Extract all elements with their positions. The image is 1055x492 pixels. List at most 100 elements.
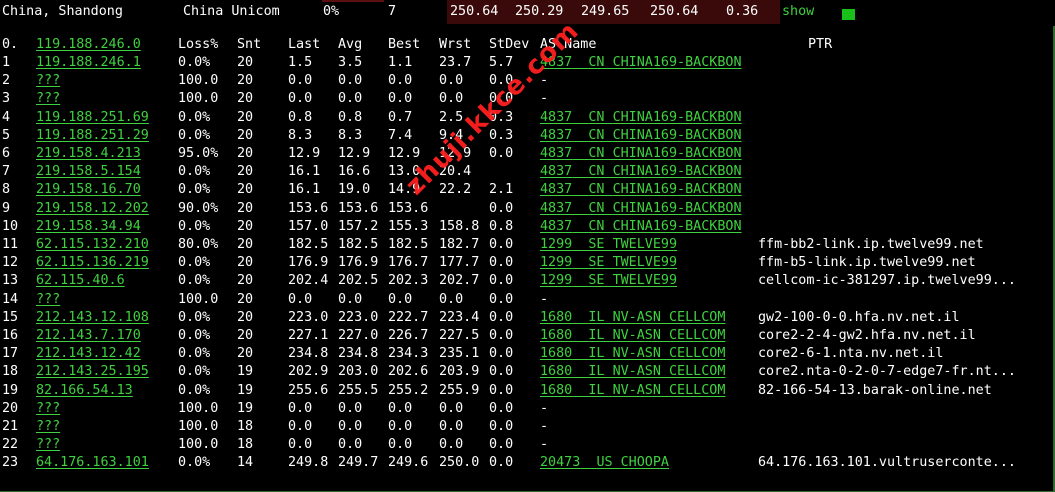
hop-host[interactable]: ??? (36, 72, 60, 90)
table-row: 18 212.143.25.195 0.0% 19 202.9 203.0 202.6 203… (0, 363, 1053, 381)
hop-as-link[interactable]: 4837 CN CHINA169-BACKBON (540, 181, 742, 199)
hop-as-name: NV-ASN CELLCOM (612, 382, 726, 398)
hop-last: 153.6 (288, 200, 329, 216)
hop-snt: 20 (237, 346, 254, 362)
hop-as-link[interactable]: 4837 CN CHINA169-BACKBON (540, 218, 742, 236)
hop-best: 12.9 (388, 146, 421, 161)
summary-bar: China, Shandong China Unicom 0% 7 250.64… (0, 0, 1055, 24)
hop-wrst: 223.4 (439, 309, 480, 325)
hop-host[interactable]: 212.143.7.170 (36, 327, 141, 345)
hop-avg: 19.0 (338, 182, 371, 198)
hop-last: 8.3 (288, 127, 313, 143)
hop-ptr: core2-2-4-gw2.hfa.nv.net.il (758, 328, 976, 343)
hop-host[interactable]: 212.143.25.195 (36, 363, 149, 381)
hop-loss: 0.0% (178, 109, 211, 125)
hop-as-link[interactable]: 1680 IL NV-ASN CELLCOM (540, 382, 725, 400)
hop-loss: 0.0% (178, 182, 211, 198)
hop-host[interactable]: 219.158.34.94 (36, 218, 141, 236)
hop-host[interactable]: 219.158.12.202 (36, 200, 149, 218)
table-row: 16 212.143.7.170 0.0% 20 227.1 227.0 226.7 227.… (0, 327, 1053, 345)
hop-host[interactable]: 119.188.246.1 (36, 54, 141, 72)
hop-host[interactable]: 219.158.5.154 (36, 163, 141, 181)
hop-best: 255.2 (388, 382, 429, 398)
hop-stdev: 0.0 (489, 382, 514, 398)
header-host[interactable]: 119.188.246.0 (36, 36, 141, 54)
hop-as-link[interactable]: 20473 US CHOOPA (540, 454, 669, 472)
hop-as-link[interactable]: 1299 SE TWELVE99 (540, 236, 677, 254)
hop-loss: 90.0% (178, 200, 219, 216)
hop-as-name: TWELVE99 (612, 273, 678, 289)
hop-asn: 4837 (540, 164, 573, 180)
hop-avg: 0.0 (338, 437, 363, 453)
table-row: 11 62.115.132.210 80.0% 20 182.5 182.5 182.5 18… (0, 236, 1053, 254)
hop-country: CN (588, 146, 605, 161)
hop-host[interactable]: ??? (36, 400, 60, 418)
hop-loss: 0.0% (178, 346, 211, 362)
hop-as-empty: - (540, 91, 549, 107)
hop-host[interactable]: ??? (36, 90, 60, 108)
hop-as-link[interactable]: 1680 IL NV-ASN CELLCOM (540, 363, 725, 381)
hop-snt: 20 (237, 291, 254, 307)
hop-as-link[interactable]: 4837 CN CHINA169-BACKBON (540, 145, 742, 163)
metric-best: 249.65 (581, 4, 630, 19)
hop-index: 16 (2, 328, 19, 343)
hop-as-link[interactable]: 1680 IL NV-ASN CELLCOM (540, 327, 725, 345)
hop-host[interactable]: 62.115.132.210 (36, 236, 149, 254)
hop-last: 16.1 (288, 182, 321, 198)
hop-best: 1.1 (388, 55, 413, 70)
hop-as-link[interactable]: 1299 SE TWELVE99 (540, 272, 677, 290)
hop-ptr: cellcom-ic-381297.ip.twelve99... (758, 273, 1016, 289)
hop-snt: 20 (237, 200, 254, 216)
location-label: China, Shandong (2, 4, 123, 19)
hop-host[interactable]: 212.143.12.42 (36, 345, 141, 363)
hop-stdev: 0.0 (489, 419, 514, 434)
hop-index: 19 (2, 382, 19, 398)
hop-index: 5 (2, 127, 11, 143)
hop-host[interactable]: 219.158.4.213 (36, 145, 141, 163)
hop-as-name: TWELVE99 (612, 255, 678, 271)
hop-as-link[interactable]: 4837 CN CHINA169-BACKBON (540, 54, 742, 72)
hop-country: SE (588, 273, 605, 289)
hop-host[interactable]: ??? (36, 418, 60, 436)
hop-host[interactable]: ??? (36, 436, 60, 454)
hop-wrst: 158.8 (439, 218, 480, 234)
hop-as-link[interactable]: 4837 CN CHINA169-BACKBON (540, 127, 742, 145)
table-row: 22??? 100.0 18 0.0 0.0 0.0 0.0 0.0 - (0, 436, 1053, 454)
hop-stdev: 0.0 (489, 273, 514, 289)
hop-ptr: 64.176.163.101.vultrusercontе... (758, 455, 1016, 471)
hop-as-link[interactable]: 1680 IL NV-ASN CELLCOM (540, 309, 725, 327)
hop-avg: 3.5 (338, 55, 363, 70)
hop-host[interactable]: 119.188.251.29 (36, 127, 149, 145)
hop-host[interactable]: 62.115.40.6 (36, 272, 125, 290)
hop-as-link[interactable]: 4837 CN CHINA169-BACKBON (540, 200, 742, 218)
hop-wrst: 227.5 (439, 328, 480, 343)
hop-as-name: NV-ASN CELLCOM (612, 309, 726, 325)
header-stdev: StDev (489, 37, 530, 52)
hop-index: 13 (2, 273, 19, 289)
hop-wrst: 22.2 (439, 182, 472, 198)
hop-last: 255.6 (288, 382, 329, 398)
hop-avg: 0.0 (338, 400, 363, 416)
hop-as-link[interactable]: 1299 SE TWELVE99 (540, 254, 677, 272)
hop-host[interactable]: ??? (36, 291, 60, 309)
hop-avg: 227.0 (338, 328, 379, 343)
hop-best: 153.6 (388, 200, 429, 216)
hop-host[interactable]: 64.176.163.101 (36, 454, 149, 472)
hop-index: 3 (2, 91, 11, 107)
hop-host[interactable]: 82.166.54.13 (36, 382, 133, 400)
hop-host[interactable]: 62.115.136.219 (36, 254, 149, 272)
hop-stdev: 0.8 (489, 218, 514, 234)
table-row: 5 119.188.251.29 0.0% 20 8.3 8.3 7.4 9.4 0.3 4837… (0, 127, 1053, 145)
table-row: 13 62.115.40.6 0.0% 20 202.4 202.5 202.3 202.7 0… (0, 272, 1053, 290)
hop-index: 8 (2, 182, 11, 198)
show-toggle-link[interactable]: show (782, 4, 814, 20)
hop-host[interactable]: 119.188.251.69 (36, 109, 149, 127)
hop-as-link[interactable]: 1680 IL NV-ASN CELLCOM (540, 345, 725, 363)
hop-as-link[interactable]: 4837 CN CHINA169-BACKBON (540, 109, 742, 127)
table-row: 12 62.115.136.219 0.0% 20 176.9 176.9 176.7 177… (0, 254, 1053, 272)
hop-host[interactable]: 212.143.12.108 (36, 309, 149, 327)
table-row: 23 64.176.163.101 0.0% 14 249.8 249.7 249.6 250… (0, 454, 1053, 472)
hop-as-link[interactable]: 4837 CN CHINA169-BACKBON (540, 163, 742, 181)
hop-host[interactable]: 219.158.16.70 (36, 181, 141, 199)
hop-index: 7 (2, 164, 11, 180)
